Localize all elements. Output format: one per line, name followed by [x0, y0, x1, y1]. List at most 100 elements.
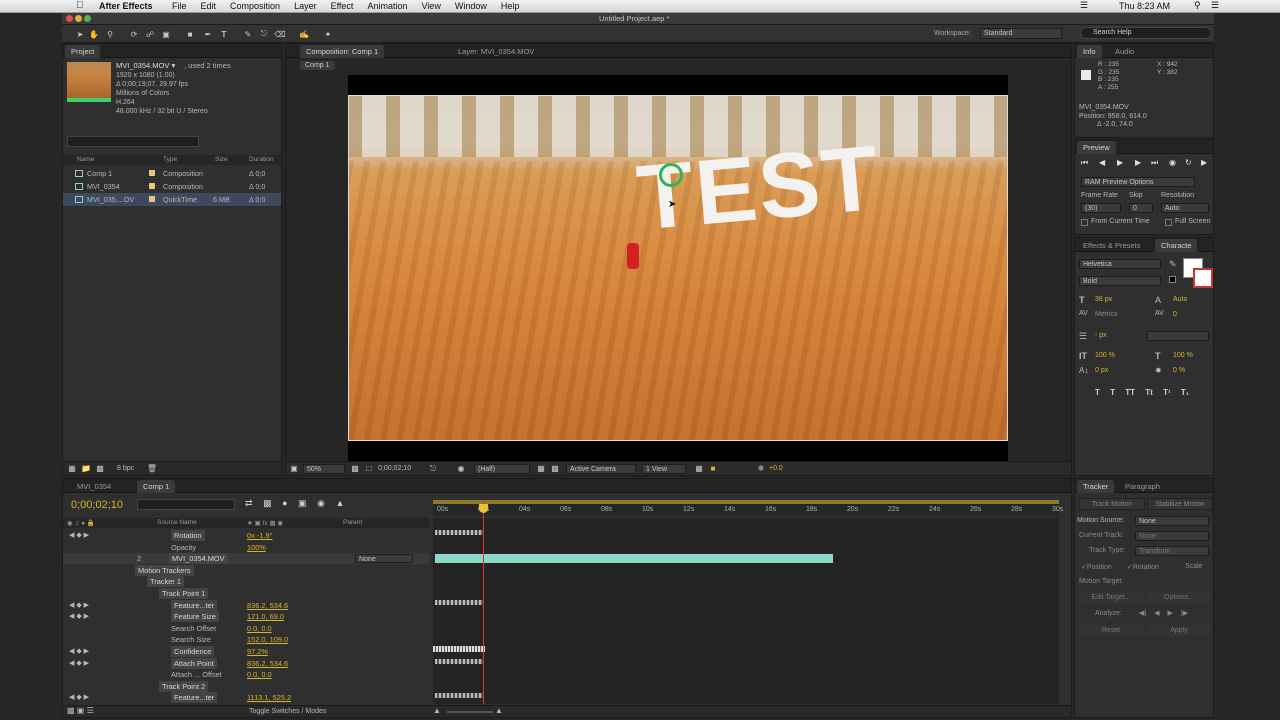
tab-preview[interactable]: Preview: [1077, 141, 1116, 154]
small-caps-button[interactable]: Tt: [1145, 388, 1153, 397]
property-row[interactable]: ◀ ◆ ▶ Feature...ter 1113.1, 525.2: [63, 692, 429, 704]
clock[interactable]: Thu 8:23 AM: [1119, 1, 1170, 11]
layer-bar[interactable]: [435, 554, 833, 563]
menu-composition[interactable]: Composition: [230, 1, 280, 11]
feature-keyframes-1[interactable]: [435, 600, 483, 605]
stamp-tool-icon[interactable]: ⎋: [258, 28, 270, 40]
keyframe-nav-icon[interactable]: ◀ ◆ ▶: [69, 530, 89, 541]
property-row[interactable]: ◀ ◆ ▶ Feature Size 121.0, 69.0: [63, 611, 429, 623]
eraser-tool-icon[interactable]: ⌫: [274, 28, 286, 40]
menu-edit[interactable]: Edit: [201, 1, 217, 11]
rotation-keyframes[interactable]: [435, 530, 483, 535]
options-button[interactable]: Options...: [1147, 592, 1211, 603]
clip-name[interactable]: MVI_0354.MOV ▾: [116, 61, 175, 70]
full-screen-checkbox[interactable]: [1165, 219, 1172, 226]
selection-tool-icon[interactable]: ➤: [74, 28, 86, 40]
rotation-check[interactable]: ✓Rotation: [1127, 563, 1159, 571]
row-value[interactable]: 152.0, 109.0: [247, 634, 288, 645]
viewer-timecode[interactable]: 0;00;02;10: [378, 465, 411, 472]
parent-select[interactable]: None: [355, 554, 413, 564]
camera-tool-icon[interactable]: ☍: [144, 28, 156, 40]
motion-source-select[interactable]: None: [1135, 516, 1209, 526]
layer-row[interactable]: MVI_0354.MOV 2 None: [63, 553, 429, 565]
feature-keyframes-2[interactable]: [435, 693, 483, 698]
project-item[interactable]: Comp 1 Composition Δ 0;0: [63, 167, 281, 180]
comp-breadcrumb[interactable]: Comp 1: [300, 61, 335, 70]
row-value[interactable]: 121.0, 69.0: [247, 611, 284, 622]
minimize-window-icon[interactable]: [75, 15, 82, 22]
track-type-select[interactable]: Transform: [1135, 546, 1209, 556]
project-search-input[interactable]: [67, 136, 199, 147]
search-help-input[interactable]: Search Help: [1080, 27, 1212, 39]
fast-preview-icon[interactable]: ■: [708, 463, 718, 474]
toggle-switches-modes[interactable]: Toggle Switches / Modes: [249, 708, 326, 715]
row-value[interactable]: 100%: [247, 542, 266, 553]
property-row[interactable]: ◀ ◆ ▶ Rotation 0x -1.9°: [63, 530, 429, 541]
stroke-type-select[interactable]: [1147, 331, 1209, 341]
superscript-button[interactable]: T¹: [1163, 388, 1171, 397]
exposure-icon[interactable]: ❄: [756, 463, 766, 474]
workspace-select[interactable]: Standard: [980, 28, 1062, 39]
property-row[interactable]: Attach ... Offset 0.0, 0.0: [63, 669, 429, 680]
confidence-keyframes[interactable]: [433, 646, 485, 652]
source-name-col[interactable]: Source Name: [157, 519, 197, 526]
property-row[interactable]: Track Point 1: [63, 588, 429, 599]
resolution-select[interactable]: (Half): [474, 464, 530, 474]
brush-tool-icon[interactable]: ✎: [242, 28, 254, 40]
property-row[interactable]: Motion Trackers: [63, 564, 429, 576]
type-tool-icon[interactable]: T: [218, 28, 230, 40]
zoom-window-icon[interactable]: [84, 15, 91, 22]
row-value[interactable]: 836.2, 534.6: [247, 600, 288, 611]
viewer-canvas[interactable]: TEST ➤: [348, 75, 1008, 471]
analyze-forward-one-icon[interactable]: |▶: [1181, 610, 1188, 617]
always-preview-icon[interactable]: ▣: [289, 463, 299, 474]
mute-icon[interactable]: ◉: [1169, 158, 1176, 167]
app-menu[interactable]: After Effects: [99, 1, 153, 11]
motion-blur-icon[interactable]: ◉: [317, 498, 325, 508]
eyedropper-icon[interactable]: ✎: [1169, 259, 1177, 270]
current-track-select[interactable]: None: [1135, 531, 1209, 541]
apple-icon[interactable]: : [76, 0, 84, 11]
stroke-width-value[interactable]: - px: [1095, 332, 1107, 339]
font-size-value[interactable]: 36 px: [1095, 296, 1112, 303]
col-type[interactable]: Type: [163, 156, 177, 163]
tab-effects-presets[interactable]: Effects & Presets: [1077, 239, 1146, 252]
current-time-indicator[interactable]: [483, 500, 484, 704]
loop-icon[interactable]: ↻: [1185, 158, 1192, 167]
draft-3d-icon[interactable]: ▩: [263, 498, 272, 508]
ram-preview-icon[interactable]: ▶: [1201, 158, 1207, 167]
camera-select[interactable]: Active Camera: [566, 464, 636, 474]
menu-window[interactable]: Window: [455, 1, 487, 11]
project-item[interactable]: MVI_0354 Composition Δ 0;0: [63, 180, 281, 193]
bpc-label[interactable]: 8 bpc: [117, 465, 134, 472]
property-row[interactable]: Search Size 152.0, 109.0: [63, 634, 429, 645]
edit-target-button[interactable]: Edit Target...: [1079, 592, 1143, 603]
faux-italic-button[interactable]: T: [1110, 388, 1115, 397]
list-icon[interactable]: ☰: [1211, 0, 1219, 11]
col-size[interactable]: Size: [215, 156, 228, 163]
zoom-select[interactable]: 50%: [303, 464, 345, 474]
wifi-icon[interactable]: ☰: [1080, 0, 1088, 11]
exposure-value[interactable]: +0.0: [769, 465, 783, 472]
snapshot-icon[interactable]: ⎋: [428, 463, 438, 474]
hand-tool-icon[interactable]: ✋: [88, 28, 100, 40]
menu-animation[interactable]: Animation: [367, 1, 407, 11]
menu-help[interactable]: Help: [501, 1, 520, 11]
analyze-back-one-icon[interactable]: ◀|: [1139, 610, 1146, 617]
tab-paragraph[interactable]: Paragraph: [1119, 480, 1166, 493]
keyframe-nav-icon[interactable]: ◀ ◆ ▶: [69, 611, 89, 622]
col-name[interactable]: Name: [77, 156, 94, 163]
track-motion-button[interactable]: Track Motion: [1079, 498, 1145, 510]
last-frame-icon[interactable]: ⏭: [1151, 158, 1158, 168]
current-time-head[interactable]: [479, 504, 488, 513]
ram-preview-options[interactable]: RAM Preview Options: [1081, 177, 1195, 187]
col-duration[interactable]: Duration: [249, 156, 274, 163]
row-value[interactable]: 836.2, 534.6: [247, 658, 288, 669]
reset-button[interactable]: Reset: [1079, 625, 1143, 636]
zoom-in-icon[interactable]: ▲: [495, 706, 503, 715]
project-item[interactable]: MVI_035....OV QuickTime 6 MB Δ 0;0: [63, 193, 281, 206]
apply-button[interactable]: Apply: [1147, 625, 1211, 636]
all-caps-button[interactable]: TT: [1125, 388, 1135, 397]
black-swatch[interactable]: [1169, 276, 1176, 283]
rotate-tool-icon[interactable]: ⟳: [128, 28, 140, 40]
